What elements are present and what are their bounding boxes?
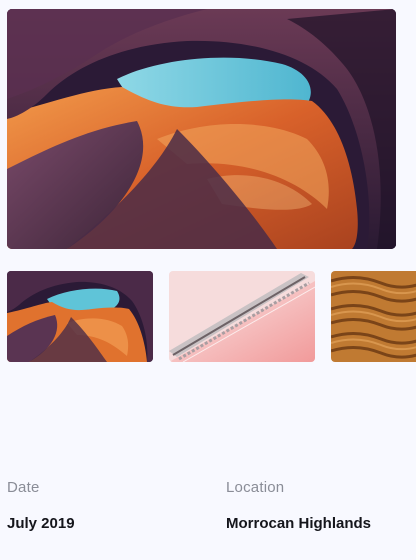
canyon-thumbnail-image [7,271,153,362]
location-value: Morrocan Highlands [226,515,372,532]
thumbnail-desert-dunes[interactable] [331,271,416,362]
dunes-thumbnail-image [331,271,416,362]
staircase-thumbnail-image [169,271,315,362]
location-label: Location [226,479,285,496]
date-value: July 2019 [7,515,75,532]
thumbnail-canyon[interactable] [7,271,153,362]
canyon-image [7,9,396,249]
main-photo [7,9,396,249]
thumbnail-strip [7,271,416,363]
thumbnail-pink-staircase[interactable] [169,271,315,362]
date-label: Date [7,479,40,496]
